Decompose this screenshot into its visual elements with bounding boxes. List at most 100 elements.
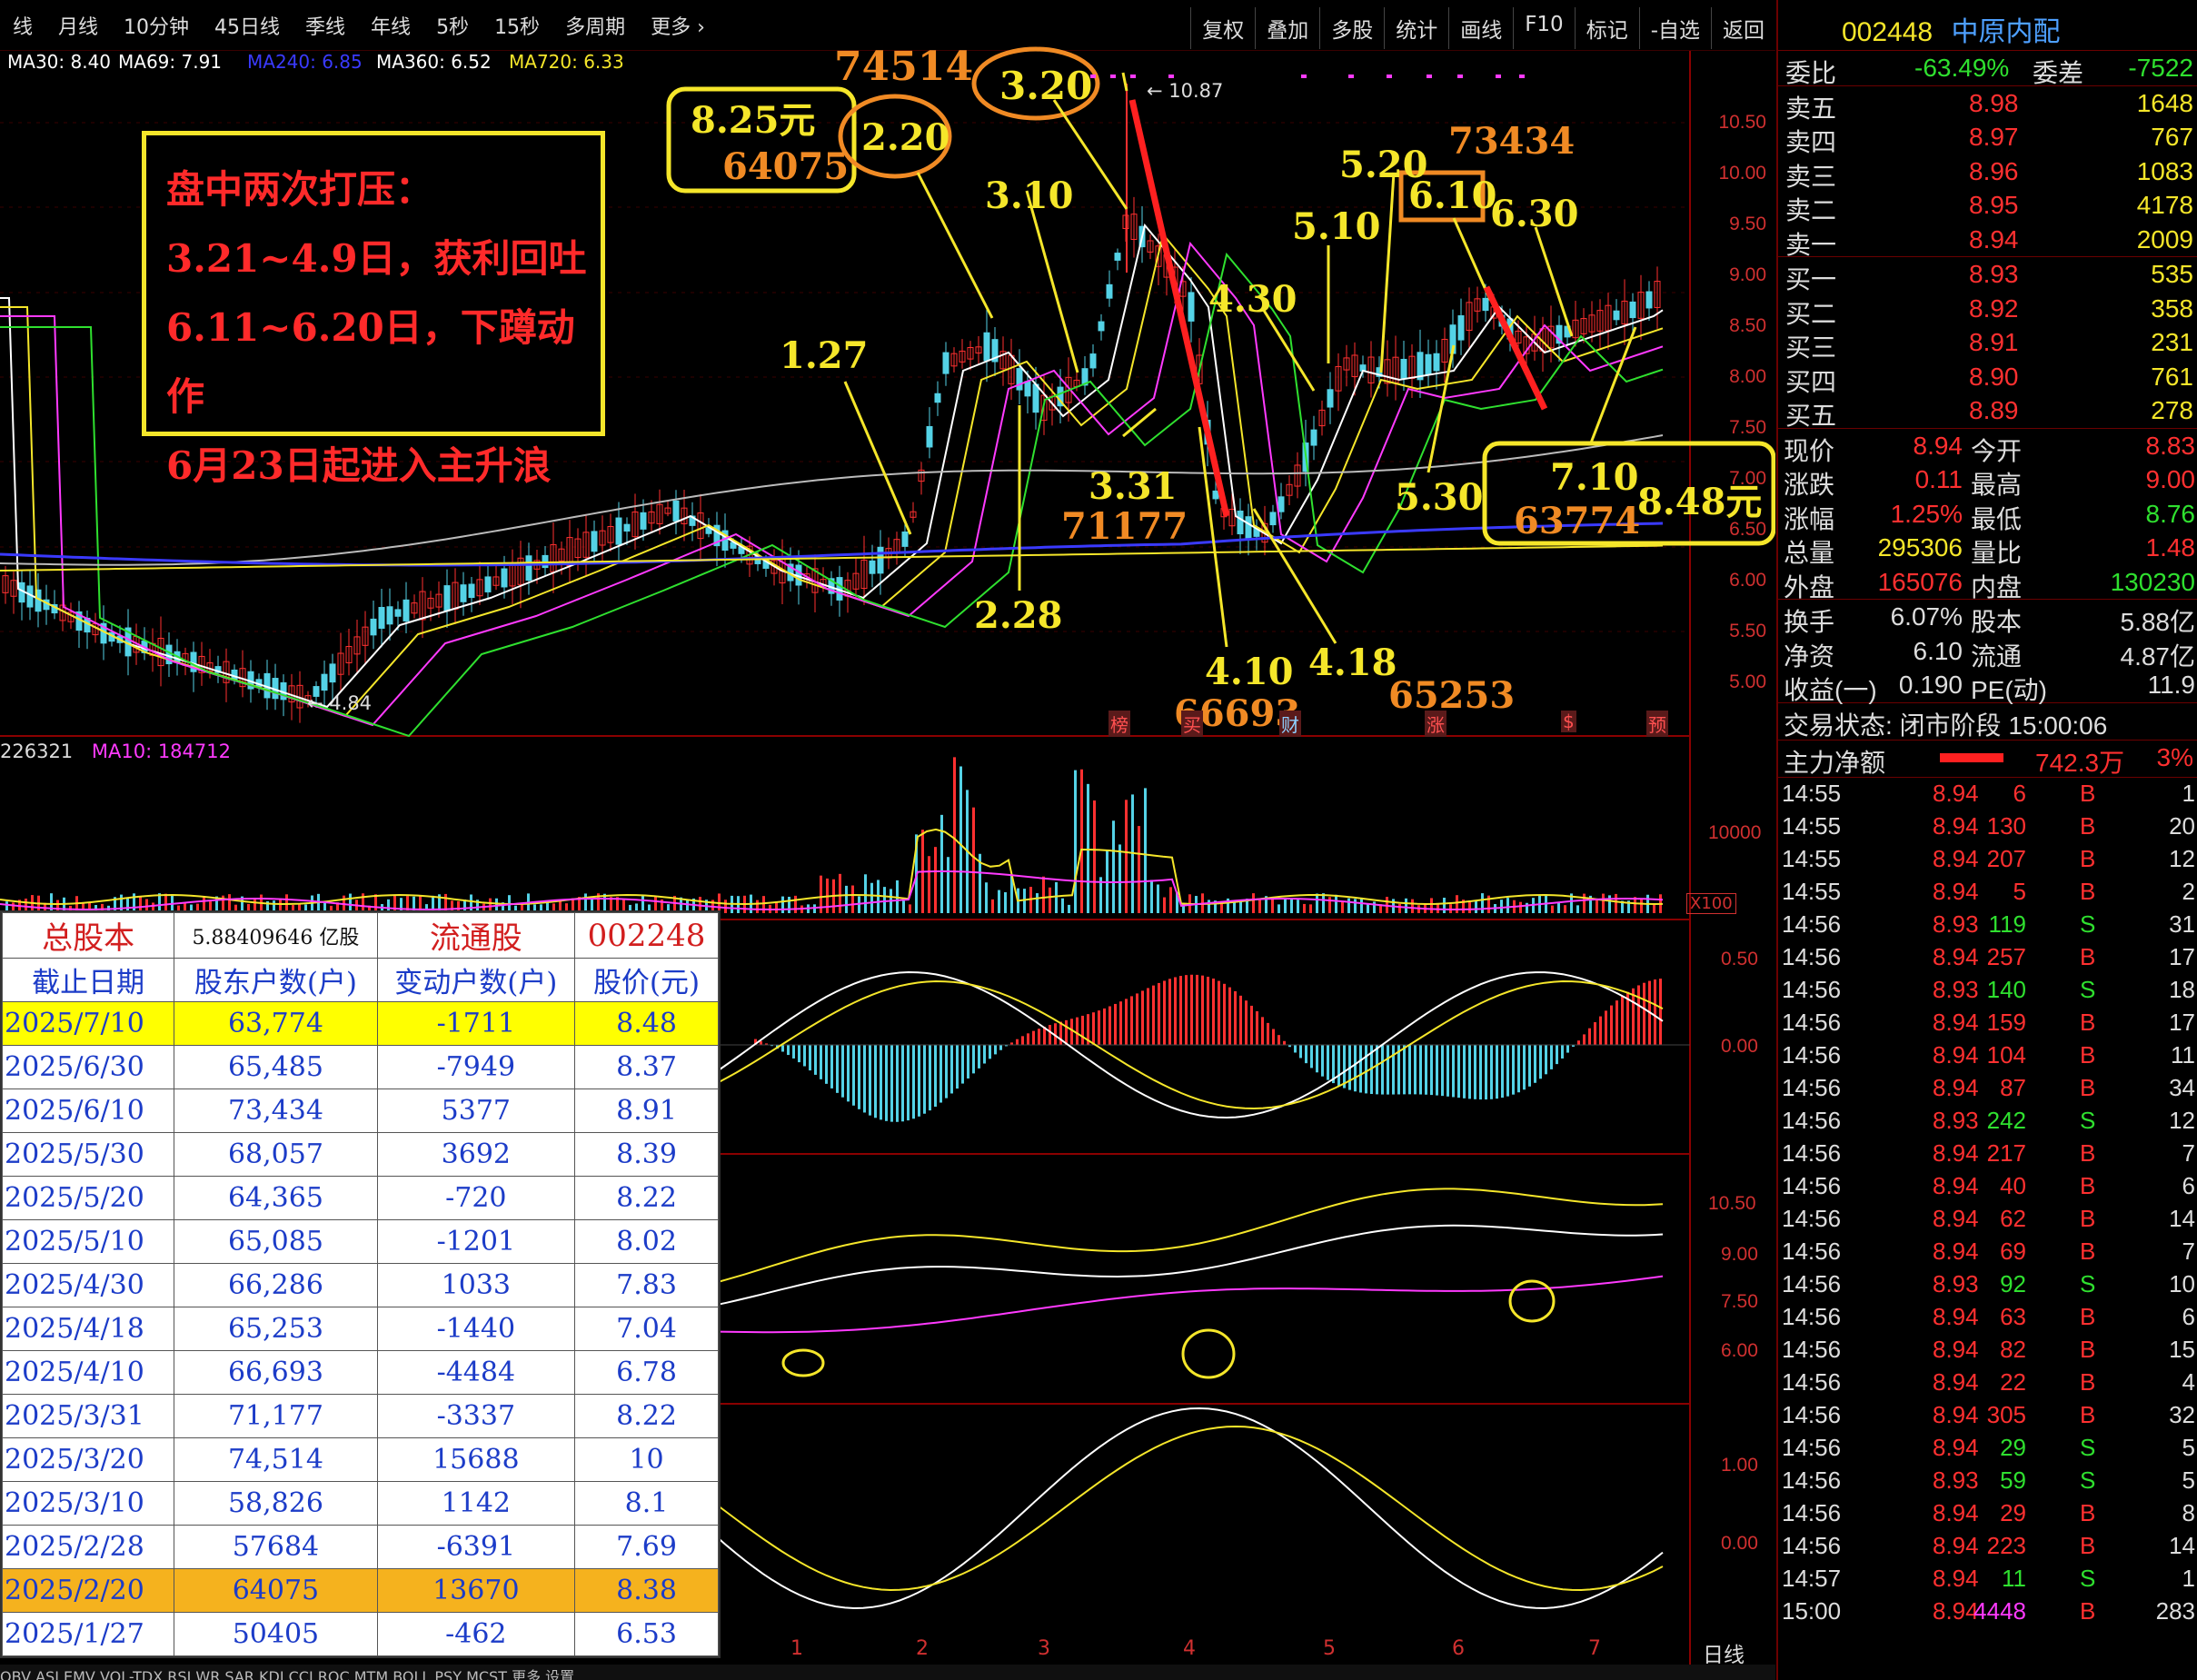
- macd-bar: [1354, 1045, 1357, 1092]
- stat-value: 0.11: [1914, 465, 1963, 493]
- tick-price: 8.93: [1933, 910, 1979, 938]
- book-row[interactable]: 买四 8.90 761: [1778, 360, 2197, 396]
- book-price: 8.96: [1969, 156, 2019, 185]
- volume-bar: [1080, 769, 1083, 913]
- indicator-tabs[interactable]: OBV ASI EMV VOL-TDX RSI WR SAR KDJ CCI R…: [0, 1665, 1775, 1680]
- tick-row[interactable]: 14:56 8.94 69 B 7: [1778, 1236, 2197, 1268]
- book-row[interactable]: 卖一 8.94 2009: [1778, 223, 2197, 259]
- macd-bar: [1605, 1010, 1607, 1045]
- macd-bar: [1430, 1045, 1433, 1096]
- stat-row: 现价 8.94 今开 8.83: [1778, 429, 2197, 465]
- holder-count: 65,085: [174, 1219, 378, 1264]
- signal-dot: [1168, 75, 1174, 78]
- book-row[interactable]: 卖二 8.95 4178: [1778, 188, 2197, 224]
- callout-c4: 2.20: [861, 116, 950, 159]
- macd-bar: [841, 1045, 844, 1098]
- tick-row[interactable]: 14:56 8.94 305 B 32: [1778, 1399, 2197, 1432]
- macd-bar: [1523, 1045, 1526, 1090]
- tick-row[interactable]: 14:56 8.93 242 S 12: [1778, 1105, 2197, 1138]
- book-label: 卖一: [1785, 230, 1837, 259]
- macd-bar: [1125, 999, 1128, 1045]
- macd-bar: [1654, 979, 1656, 1045]
- volume-bar: [864, 874, 867, 913]
- macd-bar: [869, 1045, 871, 1116]
- tick-row[interactable]: 14:56 8.94 223 B 14: [1778, 1530, 2197, 1563]
- book-row[interactable]: 卖四 8.97 767: [1778, 120, 2197, 156]
- event-marker[interactable]: 涨: [1425, 711, 1446, 737]
- volume-bar: [1309, 904, 1312, 913]
- book-row[interactable]: 买二 8.92 358: [1778, 292, 2197, 328]
- tick-row[interactable]: 14:56 8.94 29 S 5: [1778, 1432, 2197, 1465]
- tick-row[interactable]: 14:56 8.94 29 B 8: [1778, 1497, 2197, 1530]
- order-ratio-label: 委比: [1785, 59, 1837, 87]
- volume-bar: [1290, 899, 1293, 913]
- macd-bar: [781, 1045, 784, 1052]
- tick-row[interactable]: 14:56 8.94 62 B 14: [1778, 1203, 2197, 1236]
- tick-row[interactable]: 14:56 8.93 59 S 5: [1778, 1465, 2197, 1497]
- volume-bar: [724, 900, 727, 913]
- tick-side: S: [2080, 975, 2096, 1003]
- tick-row[interactable]: 14:56 8.94 104 B 11: [1778, 1039, 2197, 1072]
- tick-row[interactable]: 14:56 8.94 82 B 15: [1778, 1334, 2197, 1367]
- tick-row[interactable]: 14:57 8.94 11 S 1: [1778, 1563, 2197, 1596]
- tick-count: 31: [2169, 910, 2195, 938]
- tick-row[interactable]: 14:56 8.94 87 B 34: [1778, 1072, 2197, 1105]
- period-indicator[interactable]: 日线: [1703, 1637, 1745, 1668]
- tick-row[interactable]: 14:55 8.94 130 B 20: [1778, 810, 2197, 843]
- volume-bar: [1475, 900, 1477, 913]
- callout-c8: 3.31: [1089, 465, 1178, 508]
- tick-row[interactable]: 14:56 8.93 119 S 31: [1778, 909, 2197, 941]
- macd-bar: [1103, 1008, 1106, 1045]
- book-row[interactable]: 买五 8.89 278: [1778, 393, 2197, 430]
- book-price: 8.93: [1969, 260, 2019, 288]
- tick-row[interactable]: 15:00 8.94 4448 B 283: [1778, 1596, 2197, 1628]
- book-row[interactable]: 买一 8.93 535: [1778, 257, 2197, 293]
- volume-bar: [1551, 905, 1554, 913]
- tick-row[interactable]: 14:56 8.94 63 B 6: [1778, 1301, 2197, 1334]
- holder-price: 6.78: [574, 1350, 719, 1395]
- holder-count: 74,514: [174, 1437, 378, 1482]
- tick-row[interactable]: 14:56 8.94 257 B 17: [1778, 941, 2197, 974]
- tick-side: S: [2080, 1564, 2096, 1592]
- event-marker[interactable]: 榜: [1108, 711, 1130, 737]
- macd-bar: [994, 1045, 997, 1055]
- tick-row[interactable]: 14:56 8.93 140 S 18: [1778, 974, 2197, 1007]
- candle-body: [1089, 353, 1097, 369]
- event-marker[interactable]: 财: [1279, 711, 1301, 737]
- tick-row[interactable]: 14:55 8.94 207 B 12: [1778, 843, 2197, 876]
- tick-row[interactable]: 14:56 8.94 217 B 7: [1778, 1138, 2197, 1170]
- book-row[interactable]: 卖三 8.96 1083: [1778, 154, 2197, 191]
- volume-bar: [870, 882, 873, 913]
- volume-bar: [1596, 900, 1598, 913]
- tick-price: 8.94: [1933, 1204, 1979, 1232]
- tick-row[interactable]: 14:56 8.94 40 B 6: [1778, 1170, 2197, 1203]
- tick-row[interactable]: 14:55 8.94 6 B 1: [1778, 778, 2197, 810]
- book-row[interactable]: 卖五 8.98 1648: [1778, 86, 2197, 123]
- tick-time: 14:55: [1782, 811, 1842, 840]
- tick-list[interactable]: 14:55 8.94 6 B 1 14:55 8.94 130 B 20 14:55 8.94 207 B…: [1778, 778, 2197, 1628]
- holder-date: 2025/6/30: [1, 1045, 175, 1089]
- tick-time: 14:56: [1782, 942, 1842, 970]
- book-row[interactable]: 买三 8.91 231: [1778, 325, 2197, 362]
- event-marker[interactable]: 预: [1646, 711, 1668, 737]
- book-volume: 1648: [2136, 88, 2193, 117]
- event-marker[interactable]: 买: [1181, 711, 1203, 737]
- tick-row[interactable]: 14:55 8.94 5 B 2: [1778, 876, 2197, 909]
- month-label: 1: [790, 1637, 803, 1660]
- tick-volume: 242: [1986, 1106, 2026, 1134]
- candle-body: [901, 531, 909, 547]
- signal-dot: [1387, 75, 1392, 78]
- tick-row[interactable]: 14:56 8.94 22 B 4: [1778, 1367, 2197, 1399]
- callout-leader: [843, 381, 912, 535]
- event-marker[interactable]: $: [1561, 711, 1576, 732]
- book-volume: 4178: [2136, 191, 2193, 219]
- callout-c19: 6.10: [1408, 174, 1497, 217]
- macd-bar: [1403, 1045, 1406, 1095]
- month-label: 2: [916, 1637, 929, 1660]
- holder-change: 13670: [376, 1568, 576, 1613]
- indicator-tab-list[interactable]: OBV ASI EMV VOL-TDX RSI WR SAR KDJ CCI R…: [0, 1668, 574, 1680]
- tick-row[interactable]: 14:56 8.94 159 B 17: [1778, 1007, 2197, 1039]
- tick-price: 8.94: [1933, 1335, 1979, 1363]
- tick-row[interactable]: 14:56 8.93 92 S 10: [1778, 1268, 2197, 1301]
- tick-count: 32: [2169, 1400, 2195, 1428]
